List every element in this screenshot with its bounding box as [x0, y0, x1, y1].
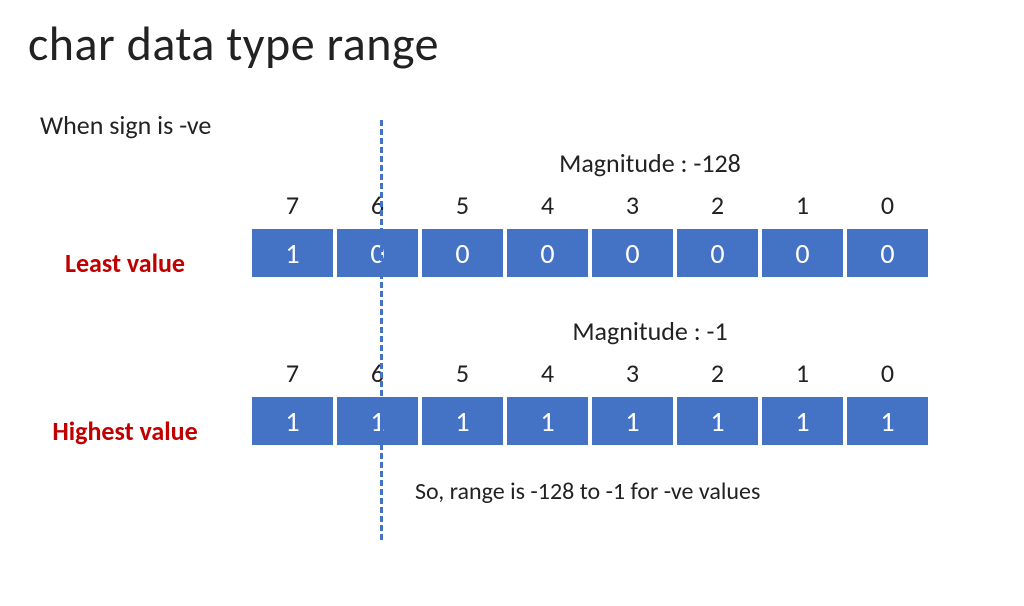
bit-index: 4	[505, 189, 590, 227]
bit-index: 5	[420, 357, 505, 395]
bit-index: 5	[420, 189, 505, 227]
bit-block: 7 6 5 4 3 2 1 0 1 1 1 1 1 1 1 1	[250, 357, 930, 447]
bit-cell: 1	[250, 227, 335, 279]
bit-cell: 0	[675, 227, 760, 279]
bit-index: 3	[590, 189, 675, 227]
sign-magnitude-divider	[380, 120, 383, 540]
bit-cell: 0	[420, 227, 505, 279]
bit-index: 1	[760, 189, 845, 227]
bit-block: 7 6 5 4 3 2 1 0 1 0 0 0 0 0 0 0	[250, 189, 930, 279]
row-label-highest: Highest value	[0, 415, 250, 447]
bit-index: 7	[250, 189, 335, 227]
bit-index: 6	[335, 189, 420, 227]
magnitude-text: Magnitude : -1	[370, 315, 930, 347]
bit-cell: 1	[675, 395, 760, 447]
bit-cell: 1	[760, 395, 845, 447]
bit-index: 2	[675, 189, 760, 227]
page-title: char data type range	[0, 0, 1024, 73]
bit-cell: 1	[250, 395, 335, 447]
bit-cell: 1	[505, 395, 590, 447]
bit-index: 6	[335, 357, 420, 395]
bit-cell: 0	[760, 227, 845, 279]
bit-cell: 1	[335, 395, 420, 447]
row-label-least: Least value	[0, 247, 250, 279]
highest-value-section: Magnitude : -1 Highest value 7 6 5 4 3 2…	[0, 315, 1024, 447]
bit-cell: 0	[505, 227, 590, 279]
bit-cell: 0	[335, 227, 420, 279]
bit-indices-row: 7 6 5 4 3 2 1 0	[250, 189, 930, 227]
bit-index: 4	[505, 357, 590, 395]
bit-index: 0	[845, 189, 930, 227]
magnitude-text: Magnitude : -128	[370, 147, 930, 179]
conclusion-text: So, range is -128 to -1 for -ve values	[415, 477, 1024, 506]
least-value-section: Magnitude : -128 Least value 7 6 5 4 3 2…	[0, 147, 1024, 279]
bit-cell: 0	[845, 227, 930, 279]
bit-index: 3	[590, 357, 675, 395]
bit-index: 0	[845, 357, 930, 395]
bit-cells-row: 1 0 0 0 0 0 0 0	[250, 227, 930, 279]
bit-cell: 1	[845, 395, 930, 447]
bit-indices-row: 7 6 5 4 3 2 1 0	[250, 357, 930, 395]
bit-cell: 1	[590, 395, 675, 447]
bit-cell: 0	[590, 227, 675, 279]
bit-cell: 1	[420, 395, 505, 447]
bit-index: 7	[250, 357, 335, 395]
sign-condition-text: When sign is -ve	[0, 73, 1024, 141]
bit-index: 2	[675, 357, 760, 395]
bit-index: 1	[760, 357, 845, 395]
bit-cells-row: 1 1 1 1 1 1 1 1	[250, 395, 930, 447]
